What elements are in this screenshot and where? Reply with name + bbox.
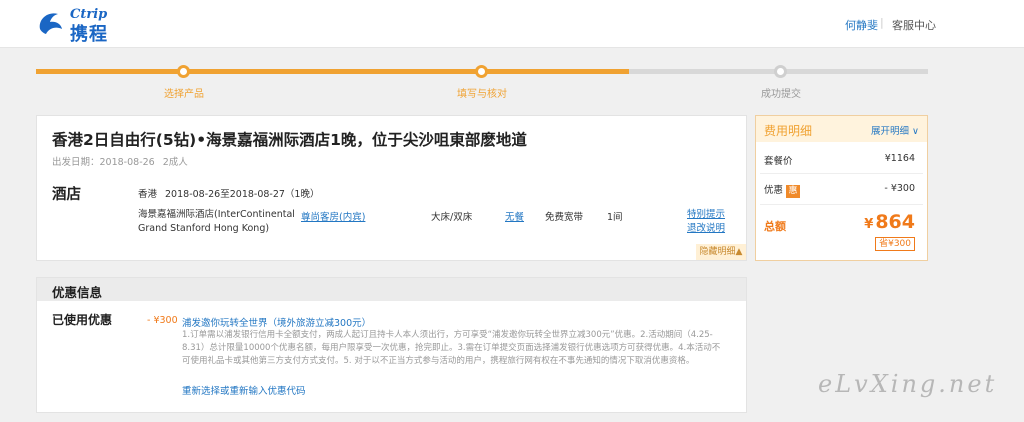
price-summary-card: 费用明细 展开明细 ∨ 套餐价 ¥1164 优惠惠 - ¥300 总额 ¥864… — [755, 115, 928, 261]
expand-detail-link[interactable]: 展开明细 ∨ — [871, 123, 919, 137]
reselect-promo-link[interactable]: 重新选择或重新输入优惠代码 — [182, 383, 306, 397]
promotion-amount: - ¥300 — [147, 315, 178, 326]
savings-badge: 省¥300 — [875, 237, 915, 251]
promotion-description: 1.订单需以浦发银行信用卡全额支付，两成人起订且持卡人本人须出行，方可享受“浦发… — [182, 330, 721, 366]
progress-fill — [36, 69, 630, 74]
user-name-link[interactable]: 何静斐 — [845, 17, 878, 33]
help-center-link[interactable]: 客服中心 — [892, 17, 936, 33]
step-label-fill-check: 填写与核对 — [457, 89, 507, 100]
site-watermark: eLvXing.net — [818, 370, 998, 398]
policy-links: 特别提示 退改说明 — [687, 208, 725, 236]
promotion-title: 优惠信息 — [52, 285, 103, 300]
special-notice-link[interactable]: 特别提示 — [687, 208, 725, 222]
header-separator: | — [880, 16, 884, 29]
product-meta: 出发日期：2018-08-26 2成人 — [52, 154, 188, 168]
promotion-header: 优惠信息 — [37, 278, 746, 301]
discount-value: - ¥300 — [884, 183, 915, 194]
dolphin-logo-icon — [39, 13, 62, 34]
hotel-name: 海景嘉福洲际酒店(InterContinental Grand Stanford… — [138, 209, 295, 234]
total-amount: ¥864 — [864, 211, 915, 233]
discount-badge: 惠 — [786, 185, 801, 198]
step-dot-submitted — [774, 65, 787, 78]
discount-label: 优惠 — [764, 185, 784, 196]
broadband-info: 免费宽带 — [545, 212, 584, 223]
divider — [760, 173, 923, 174]
package-price-value: ¥1164 — [884, 153, 915, 164]
ctrip-logo[interactable]: Ctrip 携程 — [34, 7, 144, 45]
total-currency: ¥ — [864, 217, 874, 232]
bed-type: 大床/双床 — [431, 212, 473, 223]
step-dot-fill-check — [475, 65, 488, 78]
step-label-submitted: 成功提交 — [761, 89, 801, 100]
total-value: 864 — [875, 211, 915, 233]
hotel-section-heading: 酒店 — [52, 187, 81, 203]
meal-link[interactable]: 无餐 — [505, 209, 524, 223]
traveler-count: 2成人 — [162, 157, 188, 168]
room-type-link[interactable]: 尊尚客房(内宾) — [301, 209, 365, 223]
used-promotion-label: 已使用优惠 — [52, 313, 113, 327]
departure-date: 出发日期：2018-08-26 — [52, 157, 155, 168]
logo-text-cn: 携程 — [70, 24, 108, 45]
total-label: 总额 — [764, 220, 786, 233]
top-header: Ctrip 携程 何静斐 | 客服中心 — [0, 0, 1024, 48]
package-price-label: 套餐价 — [764, 156, 793, 167]
step-dot-select-product — [177, 65, 190, 78]
hotel-stay-info: 香港 2018-08-26至2018-08-27（1晚） — [138, 186, 319, 200]
refund-policy-link[interactable]: 退改说明 — [687, 222, 725, 236]
step-label-select-product: 选择产品 — [164, 89, 204, 100]
stay-dates: 2018-08-26至2018-08-27（1晚） — [165, 189, 320, 200]
divider — [760, 204, 923, 205]
price-header: 费用明细 展开明细 ∨ — [756, 116, 927, 142]
promotion-card: 优惠信息 已使用优惠 - ¥300 浦发邀你玩转全世界（境外旅游立减300元） … — [36, 277, 747, 413]
discount-label-wrap: 优惠惠 — [764, 182, 801, 198]
product-card: 香港2日自由行(5钻)•海景嘉福洲际酒店1晚，位于尖沙咀東部麽地道 出发日期：2… — [36, 115, 747, 261]
product-title: 香港2日自由行(5钻)•海景嘉福洲际酒店1晚，位于尖沙咀東部麽地道 — [52, 131, 527, 149]
room-quantity: 1间 — [607, 212, 623, 223]
hotel-city: 香港 — [138, 189, 158, 200]
hide-detail-button[interactable]: 隐藏明细▲ — [696, 244, 746, 260]
promotion-name-link[interactable]: 浦发邀你玩转全世界（境外旅游立减300元） — [182, 315, 371, 329]
price-title: 费用明细 — [764, 124, 813, 138]
